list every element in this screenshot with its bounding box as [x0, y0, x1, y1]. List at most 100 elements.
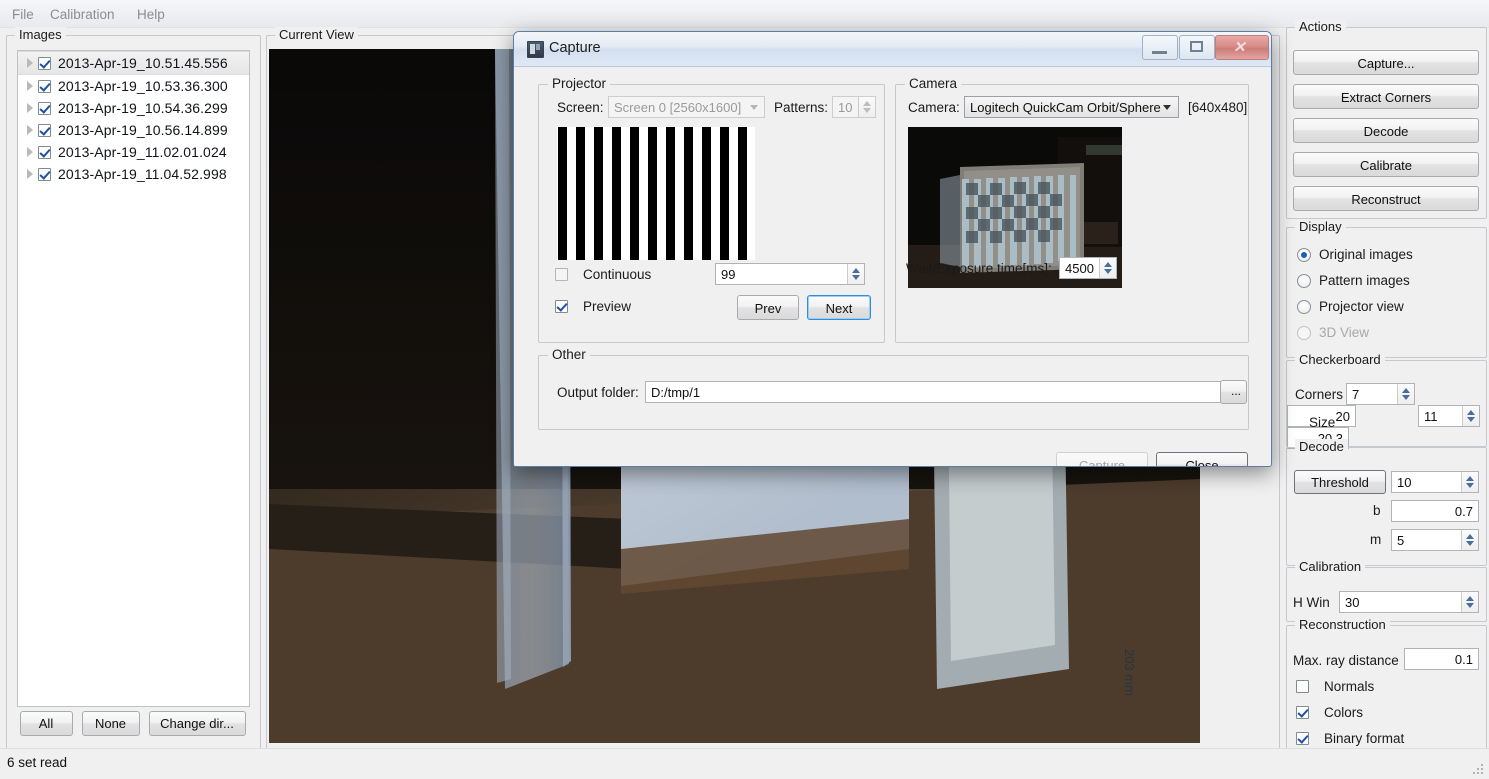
expand-triangle-icon[interactable]	[24, 80, 38, 92]
wait-exposure-value: 4500	[1065, 260, 1094, 276]
corners-y-input[interactable]: 11	[1418, 405, 1480, 427]
spinner-arrows-icon[interactable]	[1462, 406, 1479, 426]
select-all-button[interactable]: All	[19, 711, 73, 736]
expand-triangle-icon[interactable]	[24, 146, 38, 158]
expand-triangle-icon[interactable]	[24, 124, 38, 136]
checkbox-icon[interactable]	[38, 167, 51, 181]
prev-pattern-button[interactable]: Prev	[737, 295, 799, 320]
application-window: File Calibration Help Images 2013-Apr-19…	[0, 0, 1489, 779]
radio-original-images[interactable]: Original images	[1297, 247, 1413, 262]
screen-value: Screen 0 [2560x1600]	[614, 99, 742, 115]
size-label: Size	[1309, 415, 1336, 430]
checkbox-continuous[interactable]: Continuous	[555, 267, 651, 282]
output-folder-input[interactable]: D:/tmp/1	[645, 381, 1243, 403]
spinner-arrows-icon[interactable]	[1461, 592, 1478, 612]
checkbox-icon[interactable]	[38, 123, 51, 137]
browse-folder-button[interactable]: ...	[1220, 380, 1247, 404]
patterns-label: Patterns:	[774, 100, 829, 115]
minimize-button[interactable]	[1142, 35, 1178, 60]
images-list-buttons: All None Change dir...	[17, 711, 248, 736]
checkbox-icon[interactable]	[38, 145, 51, 159]
m-value: 5	[1397, 532, 1405, 548]
current-view-caption: Current View	[275, 27, 358, 42]
image-list-row[interactable]: 2013-Apr-19_11.04.52.998	[18, 163, 249, 185]
display-caption: Display	[1295, 219, 1346, 234]
image-list-row[interactable]: 2013-Apr-19_11.02.01.024	[18, 141, 249, 163]
menu-item-file[interactable]: File	[6, 6, 40, 23]
threshold-input[interactable]: 10	[1391, 471, 1479, 493]
radio-dot-icon	[1297, 325, 1311, 340]
spinner-arrows-icon[interactable]	[1461, 530, 1478, 550]
checkbox-normals[interactable]: Normals	[1296, 679, 1374, 694]
image-list-row[interactable]: 2013-Apr-19_10.53.36.300	[18, 75, 249, 97]
threshold-button[interactable]: Threshold	[1294, 470, 1386, 494]
image-list-row[interactable]: 2013-Apr-19_10.51.45.556	[18, 51, 249, 75]
camera-combobox[interactable]: Logitech QuickCam Orbit/Sphere	[964, 96, 1179, 118]
other-caption: Other	[548, 347, 590, 362]
reconstruct-button[interactable]: Reconstruct	[1293, 186, 1479, 211]
spinner-arrows-icon[interactable]	[1461, 472, 1478, 492]
m-input[interactable]: 5	[1391, 529, 1479, 551]
b-input[interactable]: 0.7	[1391, 500, 1479, 522]
spinner-arrows-icon[interactable]	[847, 264, 864, 284]
display-panel: Display Original images Pattern images P…	[1286, 219, 1487, 358]
checkbox-preview[interactable]: Preview	[555, 299, 631, 314]
capture-button[interactable]: Capture...	[1293, 50, 1479, 75]
calibrate-button[interactable]: Calibrate	[1293, 152, 1479, 177]
checkbox-icon[interactable]	[38, 79, 51, 93]
corners-x-input[interactable]: 7	[1346, 383, 1415, 405]
spinner-arrows-icon[interactable]	[1397, 384, 1414, 404]
decode-panel: Decode Threshold 10 b 0.7 m 5	[1286, 439, 1487, 566]
wait-exposure-input[interactable]: 4500	[1059, 257, 1117, 279]
radio-label: Pattern images	[1319, 273, 1410, 288]
checkbox-colors[interactable]: Colors	[1296, 705, 1363, 720]
images-list[interactable]: 2013-Apr-19_10.51.45.556 2013-Apr-19_10.5…	[17, 50, 250, 707]
max-ray-distance-input[interactable]: 0.1	[1404, 648, 1479, 670]
checkbox-icon[interactable]	[38, 101, 51, 115]
reconstruction-caption: Reconstruction	[1295, 617, 1390, 632]
max-ray-distance-value: 0.1	[1454, 651, 1473, 667]
resize-grip-icon[interactable]	[1471, 762, 1485, 776]
radio-projector-view[interactable]: Projector view	[1297, 299, 1404, 314]
close-button[interactable]: ✕	[1215, 35, 1269, 60]
output-folder-value: D:/tmp/1	[651, 384, 701, 400]
restore-button[interactable]	[1179, 35, 1215, 60]
corners-label: Corners	[1295, 387, 1344, 402]
extract-corners-button[interactable]: Extract Corners	[1293, 84, 1479, 109]
images-panel: Images 2013-Apr-19_10.51.45.556 2013-Apr-…	[6, 27, 261, 749]
checkbox-icon	[1296, 680, 1309, 693]
pattern-count-input[interactable]: 99	[715, 263, 865, 285]
dialog-title-bar[interactable]: Capture ✕	[514, 32, 1271, 67]
image-list-row[interactable]: 2013-Apr-19_10.56.14.899	[18, 119, 249, 141]
checkbox-binary-format[interactable]: Binary format	[1296, 731, 1404, 746]
dialog-close-button[interactable]: Close	[1156, 452, 1248, 466]
change-dir-button[interactable]: Change dir...	[148, 711, 246, 736]
camera-caption: Camera	[905, 76, 962, 91]
expand-triangle-icon[interactable]	[24, 102, 38, 114]
expand-triangle-icon[interactable]	[24, 168, 38, 180]
calibration-panel: Calibration H Win 30	[1286, 559, 1487, 622]
image-list-row[interactable]: 2013-Apr-19_10.54.36.299	[18, 97, 249, 119]
next-pattern-button[interactable]: Next	[807, 295, 871, 320]
decode-button[interactable]: Decode	[1293, 118, 1479, 143]
checkbox-icon[interactable]	[38, 56, 51, 70]
radio-3d-view: 3D View	[1297, 325, 1369, 340]
radio-dot-icon	[1297, 247, 1311, 262]
screen-label: Screen:	[557, 100, 604, 115]
menu-item-calibration[interactable]: Calibration	[44, 6, 121, 23]
checkbox-label: Colors	[1324, 705, 1364, 720]
menu-item-help[interactable]: Help	[131, 6, 171, 23]
checkerboard-caption: Checkerboard	[1295, 352, 1385, 367]
dialog-title: Capture	[549, 40, 601, 56]
hwin-input[interactable]: 30	[1339, 591, 1479, 613]
calibration-caption: Calibration	[1295, 559, 1366, 574]
select-none-button[interactable]: None	[81, 711, 140, 736]
radio-pattern-images[interactable]: Pattern images	[1297, 273, 1410, 288]
checkbox-icon	[1296, 706, 1309, 719]
camera-resolution: [640x480]	[1188, 100, 1248, 115]
spinner-arrows-icon[interactable]	[1099, 258, 1116, 278]
dialog-body: Projector Screen: Screen 0 [2560x1600] P…	[514, 67, 1271, 466]
corners-x-value: 7	[1352, 386, 1360, 402]
expand-triangle-icon[interactable]	[24, 57, 38, 69]
capture-dialog: Capture ✕ Projector Screen: Screen 0 [25…	[513, 31, 1272, 467]
